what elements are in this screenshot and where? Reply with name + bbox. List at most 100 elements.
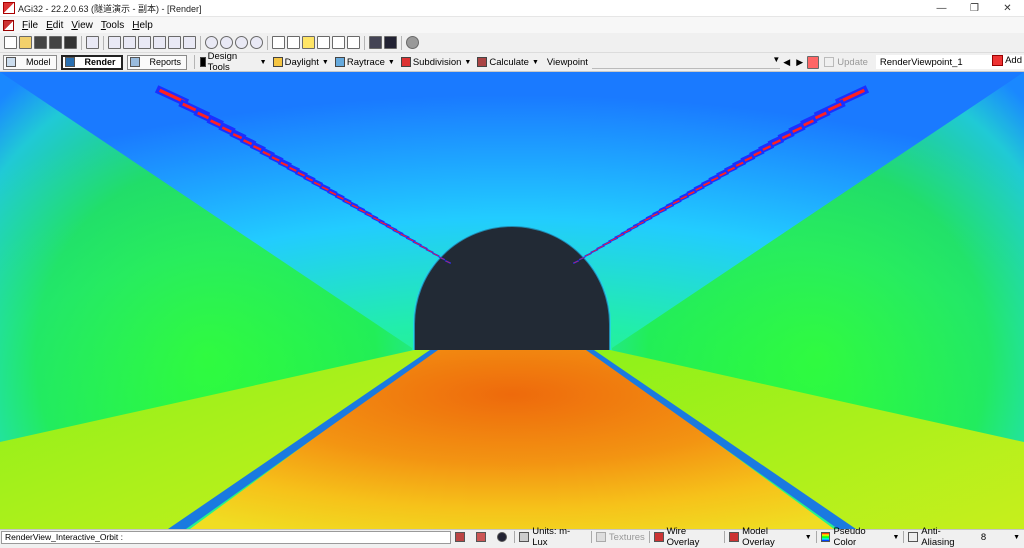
menu-tools[interactable]: Tools: [97, 20, 128, 31]
update-icon: [824, 57, 835, 67]
model-icon: [6, 57, 16, 67]
toolbar-divider: [103, 35, 104, 50]
units-icon: [519, 532, 530, 542]
dropdown-arrow-icon: ▼: [387, 58, 395, 66]
model-overlay-icon: [729, 532, 740, 542]
globe-icon: [497, 532, 508, 542]
restore-button[interactable]: ❐: [958, 0, 991, 17]
toolbar-divider: [81, 35, 82, 50]
toolbar-divider: [364, 35, 365, 50]
window-title: AGi32 - 22.2.0.63 (隧道演示 - 副本) - [Render]: [18, 3, 202, 14]
menu-file[interactable]: File: [18, 20, 42, 31]
zoom-icon[interactable]: [347, 36, 360, 49]
viewpoint-manager-icon[interactable]: [807, 55, 820, 69]
pseudo-color-label: Pseudo Color: [833, 526, 866, 548]
tunnel-render[interactable]: [0, 72, 1024, 529]
save-icon[interactable]: [64, 36, 77, 49]
status-mode-field: RenderView_Interactive_Orbit :: [1, 530, 452, 544]
calculate-dropdown[interactable]: Calculate ▼: [475, 55, 541, 70]
design-tools-label: Design Tools: [207, 51, 238, 73]
reports-mode-button[interactable]: Reports: [126, 54, 188, 70]
close-button[interactable]: ✕: [991, 0, 1024, 17]
dropdown-arrow-icon: ▼: [804, 533, 812, 541]
anti-aliasing-level-select[interactable]: 8 ▼: [977, 531, 1024, 544]
view-back-icon[interactable]: [138, 36, 151, 49]
minimize-button[interactable]: —: [925, 0, 958, 17]
daylight-icon: [272, 57, 283, 67]
update-button[interactable]: Update: [824, 57, 868, 68]
dropdown-arrow-icon: ▼: [531, 58, 539, 66]
raytrace-icon: [334, 57, 345, 67]
render-viewport[interactable]: [0, 72, 1024, 529]
reports-mode-label: Reports: [149, 57, 182, 67]
menu-view[interactable]: View: [67, 20, 97, 31]
layer-icon: [476, 532, 487, 542]
calculate-icon: [477, 57, 488, 67]
open-folder-icon[interactable]: [19, 36, 32, 49]
view-left-icon[interactable]: [153, 36, 166, 49]
next-viewpoint-icon[interactable]: ▶: [796, 57, 803, 68]
anti-aliasing-toggle[interactable]: Anti-Aliasing: [904, 526, 976, 548]
document-icon[interactable]: [3, 19, 14, 31]
subdivision-icon: [400, 57, 411, 67]
calculate-label: Calculate: [489, 56, 529, 68]
light-bulb-icon[interactable]: [302, 36, 315, 49]
camera-icon[interactable]: [369, 36, 382, 49]
design-tools-dropdown[interactable]: Design Tools ▼: [198, 51, 269, 73]
daylight-dropdown[interactable]: Daylight ▼: [271, 55, 331, 70]
render-mode-button[interactable]: Render: [60, 54, 123, 70]
iso-view-3-icon[interactable]: [235, 36, 248, 49]
pan-hand-icon[interactable]: [287, 36, 300, 49]
status-bar: RenderView_Interactive_Orbit : Units: m-…: [0, 526, 1024, 548]
export-icon[interactable]: [49, 36, 62, 49]
status-tool-1-icon[interactable]: [451, 531, 472, 544]
snapshot-icon: [455, 532, 466, 542]
status-tool-3-icon[interactable]: [493, 531, 514, 544]
iso-view-4-icon[interactable]: [250, 36, 263, 49]
view-front-icon[interactable]: [123, 36, 136, 49]
anti-aliasing-level-value: 8: [980, 531, 987, 543]
textures-label: Textures: [608, 531, 645, 543]
dropdown-arrow-icon: ▼: [1013, 533, 1021, 541]
reports-icon: [129, 57, 140, 67]
import-icon[interactable]: [34, 36, 47, 49]
toolbar-divider: [200, 35, 201, 50]
iso-view-2-icon[interactable]: [220, 36, 233, 49]
person-walk-icon[interactable]: [317, 36, 330, 49]
view-bottom-icon[interactable]: [183, 36, 196, 49]
monitor-icon[interactable]: [384, 36, 397, 49]
render-mode-label: Render: [84, 57, 116, 67]
dropdown-arrow-icon: ▼: [464, 58, 472, 66]
dropdown-arrow-icon: ▼: [321, 58, 329, 66]
model-overlay-dropdown[interactable]: Model Overlay ▼: [725, 526, 815, 548]
pseudo-color-icon: [820, 532, 831, 542]
add-viewpoint-button[interactable]: Add: [992, 55, 1022, 66]
previous-viewpoint-icon[interactable]: ◀: [783, 57, 790, 68]
raytrace-label: Raytrace: [346, 56, 385, 68]
wire-overlay-toggle[interactable]: Wire Overlay: [650, 526, 724, 548]
view-top-icon[interactable]: [108, 36, 121, 49]
dropdown-arrow-icon: ▼: [259, 58, 267, 66]
scissors-icon[interactable]: [272, 36, 285, 49]
copy-icon[interactable]: [86, 36, 99, 49]
title-bar: AGi32 - 22.2.0.63 (隧道演示 - 副本) - [Render]…: [0, 0, 1024, 17]
status-tool-2-icon[interactable]: [472, 531, 493, 544]
units-button[interactable]: Units: m- Lux: [515, 526, 591, 548]
textures-icon: [595, 532, 606, 542]
sphere-icon[interactable]: [406, 36, 419, 49]
subdivision-dropdown[interactable]: Subdivision ▼: [399, 55, 474, 70]
raytrace-dropdown[interactable]: Raytrace ▼: [333, 55, 397, 70]
menu-edit[interactable]: Edit: [42, 20, 67, 31]
model-mode-button[interactable]: Model: [3, 54, 57, 70]
model-overlay-label: Model Overlay: [742, 526, 775, 548]
menu-help[interactable]: Help: [128, 20, 157, 31]
iso-view-1-icon[interactable]: [205, 36, 218, 49]
pseudo-color-dropdown[interactable]: Pseudo Color ▼: [817, 526, 904, 548]
new-file-icon[interactable]: [4, 36, 17, 49]
textures-toggle[interactable]: Textures: [592, 531, 649, 544]
main-toolbar: [0, 33, 1024, 53]
design-tools-icon: [199, 57, 206, 67]
rotate-icon[interactable]: [332, 36, 345, 49]
viewpoint-select[interactable]: ▼: [591, 55, 781, 69]
view-right-icon[interactable]: [168, 36, 181, 49]
